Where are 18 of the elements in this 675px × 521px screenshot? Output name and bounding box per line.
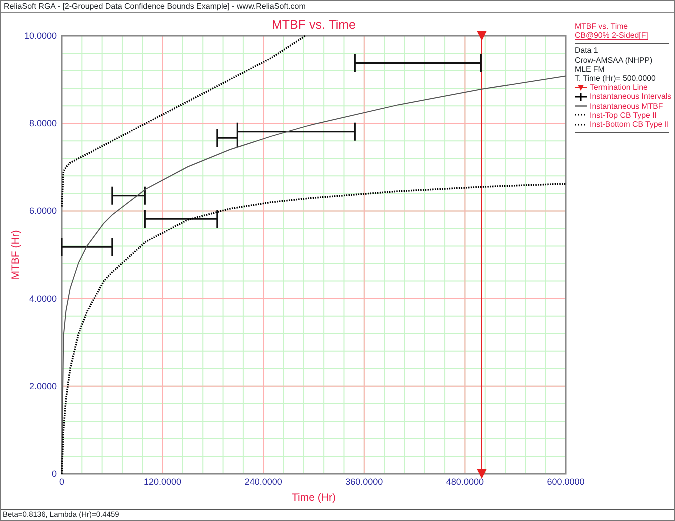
x-axis-title: Time (Hr) [292,492,336,504]
chart-title: MTBF vs. Time [272,18,356,32]
x-tick-label: 480.0000 [446,477,484,487]
window-title: ReliaSoft RGA - [2-Grouped Data Confidence Bounds Example] - www.ReliaSoft.com [1,1,674,13]
x-tick-label: 600.0000 [547,477,585,487]
y-tick-label: 6.0000 [29,206,57,216]
x-tick-label: 240.0000 [244,477,282,487]
y-tick-label: 10.0000 [24,31,57,41]
x-tick-label: 360.0000 [346,477,384,487]
y-tick-label: 2.0000 [29,381,57,392]
y-tick-label: 8.0000 [29,118,57,129]
interval-icon [575,93,587,102]
x-tick-label: 120.0000 [144,477,182,487]
y-tick-label: 4.0000 [29,294,57,304]
termination-marker-icon [575,84,587,92]
y-axis-title: MTBF (Hr) [10,230,22,280]
y-tick-label: 0 [52,469,57,479]
x-tick-label: 0 [60,477,64,487]
